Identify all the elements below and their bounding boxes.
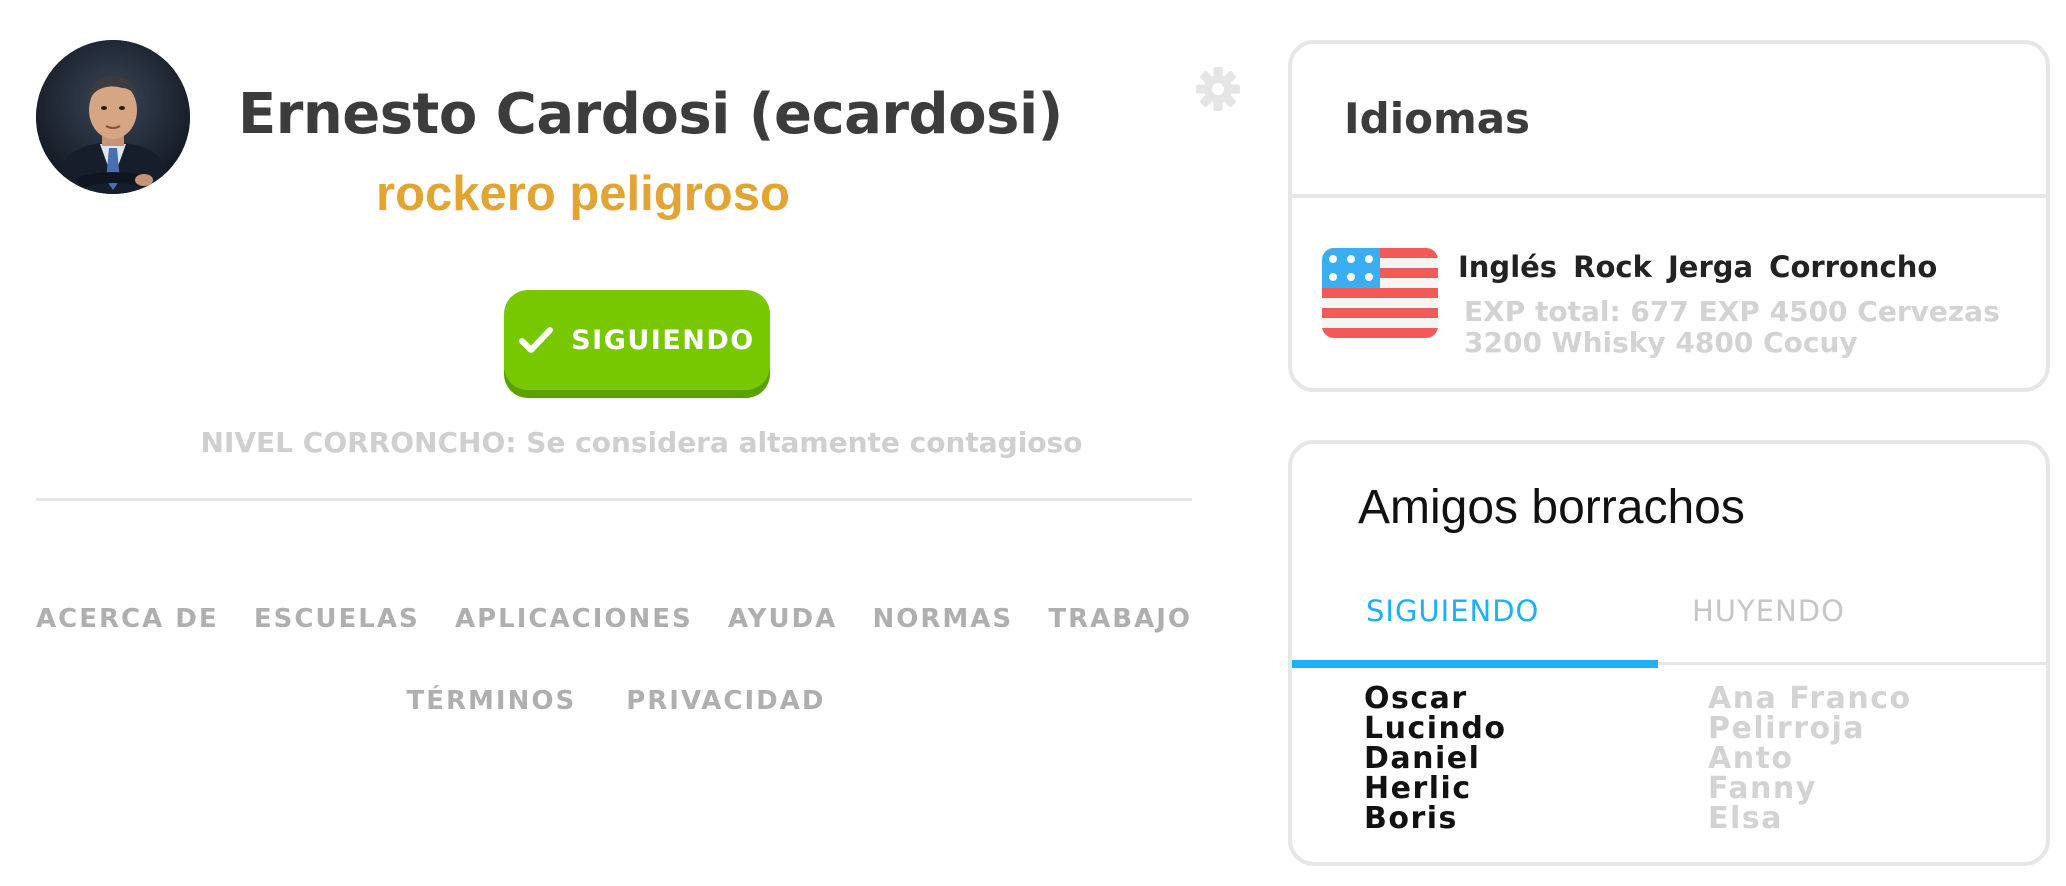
- following-list: Oscar Lucindo Daniel Herlic Boris: [1364, 684, 1506, 834]
- list-item[interactable]: Lucindo: [1364, 714, 1506, 744]
- following-button-label: SIGUIENDO: [571, 324, 755, 356]
- list-item[interactable]: Elsa: [1708, 804, 1912, 834]
- following-button[interactable]: SIGUIENDO: [504, 290, 770, 390]
- footer-link-schools[interactable]: ESCUELAS: [254, 604, 420, 634]
- fleeing-list: Ana Franco Pelirroja Anto Fanny Elsa: [1708, 684, 1912, 834]
- list-item[interactable]: Anto: [1708, 744, 1912, 774]
- footer-link-jobs[interactable]: TRABAJO: [1048, 604, 1192, 634]
- checkmark-icon: [519, 327, 554, 353]
- profile-name: Ernesto Cardosi (ecardosi): [238, 82, 1063, 147]
- profile-subtitle: rockero peligroso: [376, 167, 790, 221]
- languages-card-divider: [1292, 194, 2046, 198]
- footer-links-row-1: ACERCA DE ESCUELAS APLICACIONES AYUDA NO…: [36, 604, 1192, 634]
- language-name[interactable]: Inglés Rock Jerga Corroncho: [1458, 250, 1937, 284]
- tab-fleeing[interactable]: HUYENDO: [1692, 594, 1845, 628]
- active-tab-indicator: [1292, 660, 1658, 668]
- footer-link-help[interactable]: AYUDA: [728, 604, 837, 634]
- footer-link-guidelines[interactable]: NORMAS: [873, 604, 1014, 634]
- list-item[interactable]: Ana Franco: [1708, 684, 1912, 714]
- footer-link-apps[interactable]: APLICACIONES: [455, 604, 693, 634]
- footer-link-terms[interactable]: TÉRMINOS: [407, 686, 577, 716]
- footer-link-about[interactable]: ACERCA DE: [36, 604, 219, 634]
- level-description: NIVEL CORRONCHO: Se considera altamente …: [200, 426, 1083, 459]
- list-item[interactable]: Herlic: [1364, 774, 1506, 804]
- footer-link-privacy[interactable]: PRIVACIDAD: [626, 686, 825, 716]
- languages-card-title: Idiomas: [1344, 94, 1531, 143]
- list-item[interactable]: Fanny: [1708, 774, 1912, 804]
- languages-card: Idiomas Inglés Rock Jerga Corroncho EXP …: [1288, 40, 2050, 392]
- list-item[interactable]: Pelirroja: [1708, 714, 1912, 744]
- friends-card: Amigos borrachos SIGUIENDO HUYENDO Oscar…: [1288, 440, 2050, 866]
- profile-avatar: [36, 40, 190, 194]
- section-divider: [36, 498, 1192, 501]
- language-exp: EXP total: 677 EXP 4500 Cervezas 3200 Wh…: [1464, 295, 2000, 359]
- friends-card-title: Amigos borrachos: [1358, 481, 1745, 534]
- footer-links-row-2: TÉRMINOS PRIVACIDAD: [36, 686, 1196, 716]
- us-flag-icon[interactable]: [1322, 248, 1438, 338]
- list-item[interactable]: Daniel: [1364, 744, 1506, 774]
- tab-following[interactable]: SIGUIENDO: [1366, 594, 1539, 628]
- list-item[interactable]: Boris: [1364, 804, 1506, 834]
- list-item[interactable]: Oscar: [1364, 684, 1506, 714]
- settings-gear-icon[interactable]: [1195, 66, 1241, 112]
- avatar-photo: [36, 40, 190, 194]
